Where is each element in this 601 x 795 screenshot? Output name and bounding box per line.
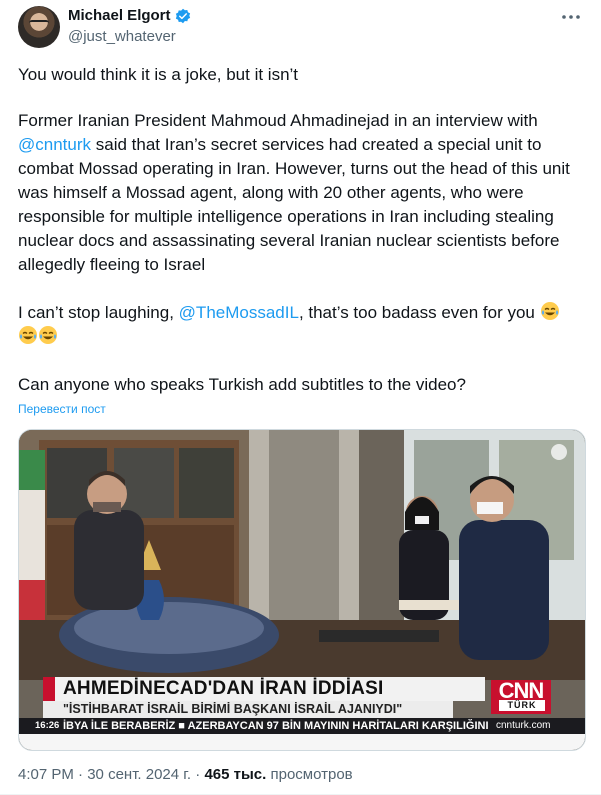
video-play-area[interactable] xyxy=(19,430,585,750)
meta-separator: · xyxy=(78,766,84,783)
tweet-paragraph: Can anyone who speaks Turkish add subtit… xyxy=(18,375,466,394)
mention-link-cnnturk[interactable]: @cnnturk xyxy=(18,135,91,154)
tears-of-joy-emoji-icon xyxy=(19,326,37,344)
more-options-icon[interactable] xyxy=(560,10,582,24)
mention-link-themossadil[interactable]: @TheMossadIL xyxy=(179,303,299,322)
translate-post-link[interactable]: Перевести пост xyxy=(18,402,106,416)
author-name-row: Michael Elgort xyxy=(68,7,191,24)
tweet-paragraph: Former Iranian President Mahmoud Ahmadin… xyxy=(18,109,584,277)
tears-of-joy-emoji-icon xyxy=(39,326,57,344)
tweet-meta: 4:07 PM · 30 сент. 2024 г. · 465 тыс. пр… xyxy=(18,766,353,783)
tweet-header: Michael Elgort @just_whatever xyxy=(18,4,584,52)
tweet-time[interactable]: 4:07 PM xyxy=(18,766,74,783)
author-name[interactable]: Michael Elgort xyxy=(68,7,171,24)
tweet-text-segment: , that’s too badass even for you xyxy=(298,303,540,322)
verified-badge-icon xyxy=(175,8,190,23)
meta-separator: · xyxy=(195,766,201,783)
views-label: просмотров xyxy=(270,766,353,783)
video-media[interactable]: AHMEDİNECAD'DAN İRAN İDDİASI "İSTİHBARAT… xyxy=(18,429,586,751)
tweet-paragraph: I can’t stop laughing, @TheMossadIL, tha… xyxy=(18,301,584,349)
views-count: 465 тыс. xyxy=(204,766,267,783)
author-handle[interactable]: @just_whatever xyxy=(68,28,176,45)
avatar[interactable] xyxy=(18,6,60,48)
tweet-paragraph: You would think it is a joke, but it isn… xyxy=(18,65,299,84)
tweet-text-segment: Former Iranian President Mahmoud Ahmadin… xyxy=(18,111,538,130)
tweet-text-segment: said that Iran’s secret services had cre… xyxy=(18,135,570,274)
tears-of-joy-emoji-icon xyxy=(540,302,559,320)
tweet-date[interactable]: 30 сент. 2024 г. xyxy=(87,766,191,783)
tweet-text-segment: I can’t stop laughing, xyxy=(18,303,179,322)
